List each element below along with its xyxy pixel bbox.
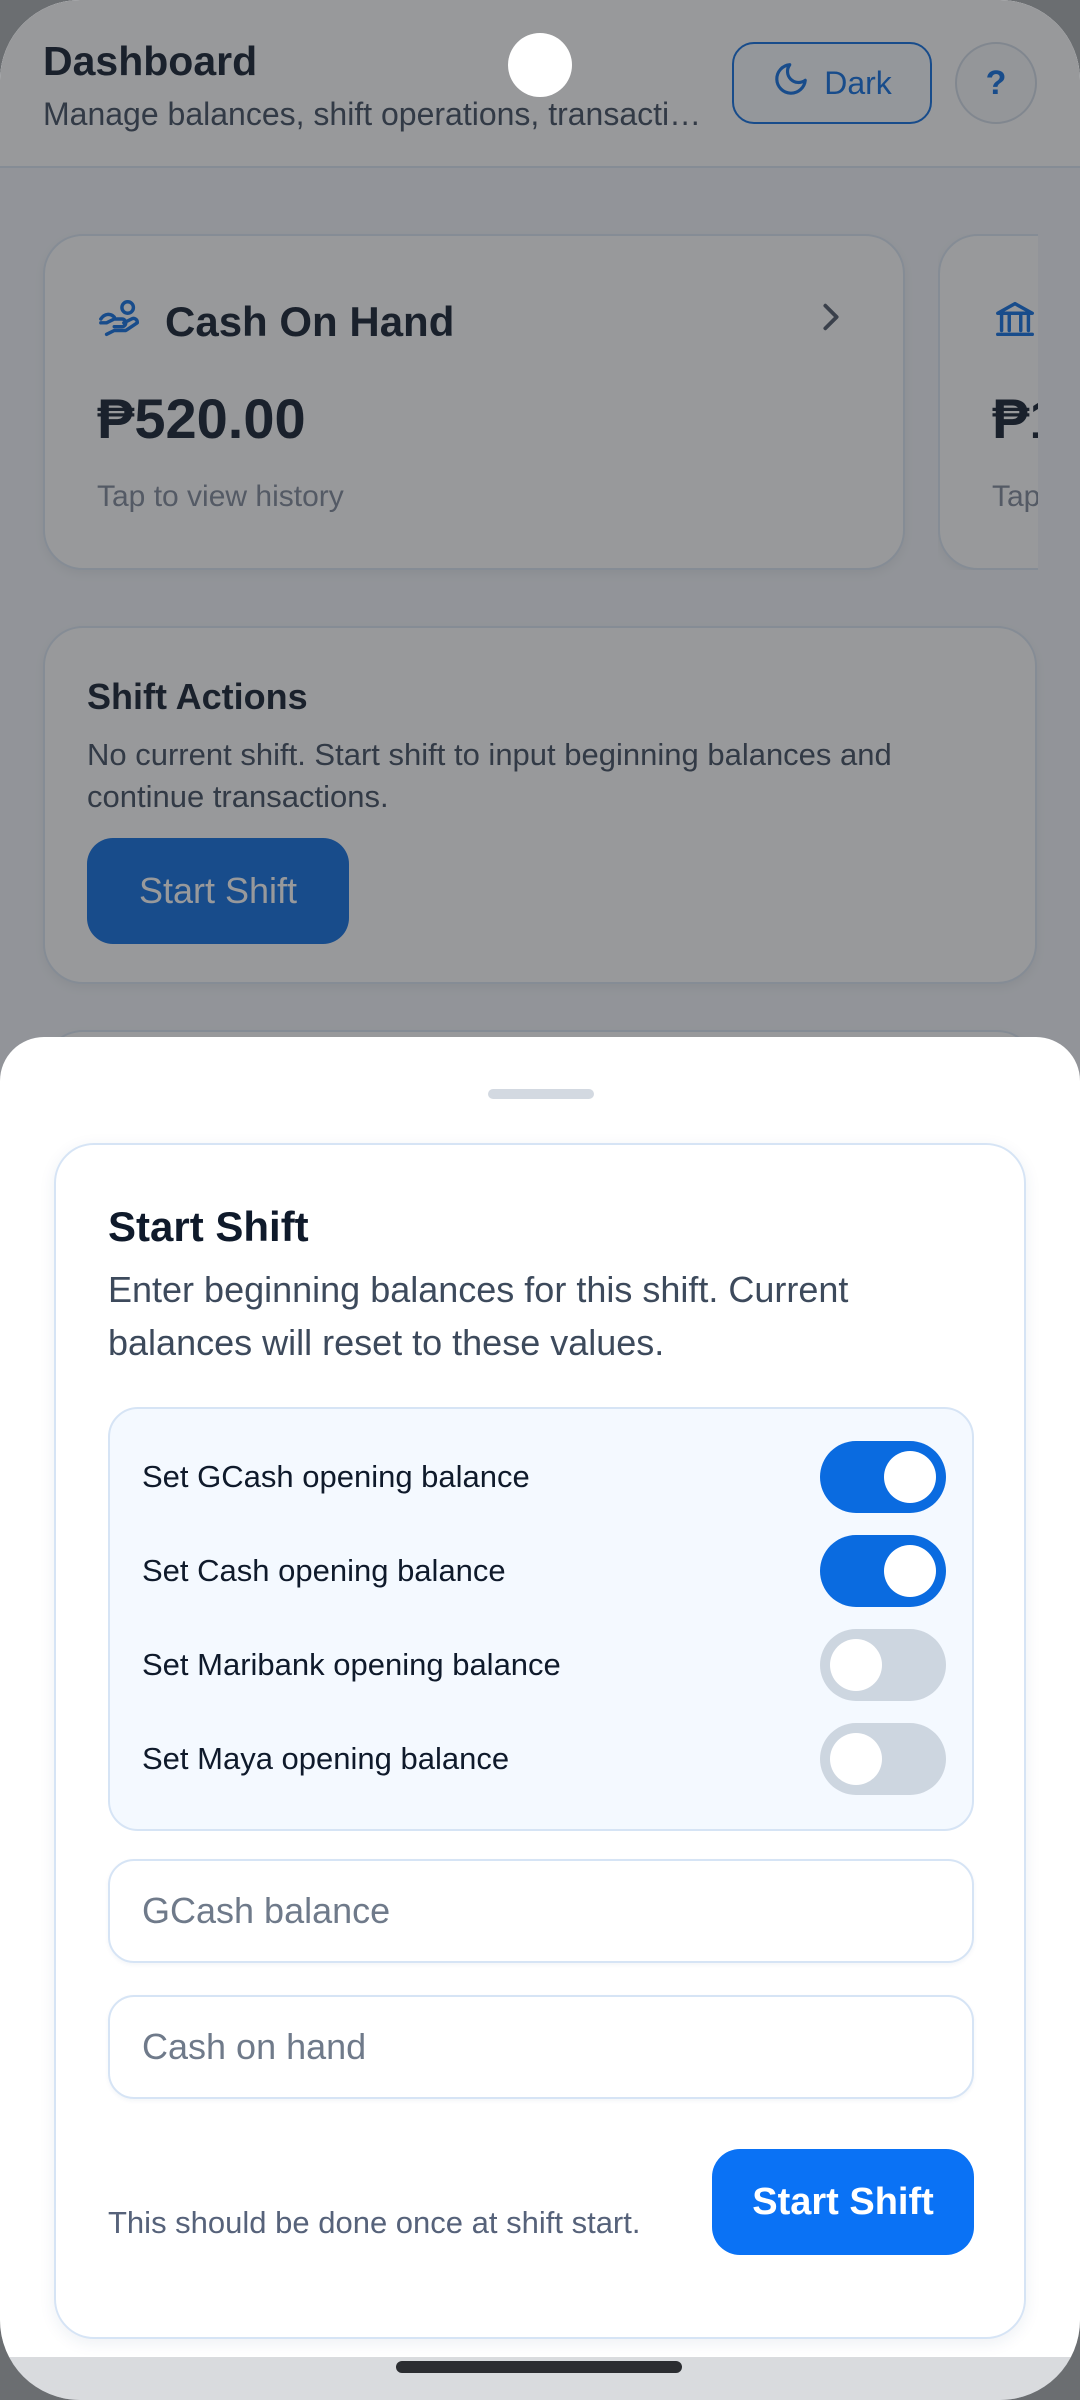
- phone-screen: Dashboard Manage balances, shift operati…: [0, 0, 1080, 2400]
- toggle-label-gcash: Set GCash opening balance: [142, 1459, 530, 1494]
- toggle-row-cash: Set Cash opening balance: [142, 1533, 946, 1609]
- switch-knob: [830, 1639, 882, 1691]
- start-shift-dialog: Start Shift Enter beginning balances for…: [54, 1143, 1026, 2339]
- confirm-start-shift-button[interactable]: Start Shift: [712, 2149, 974, 2255]
- dialog-description: Enter beginning balances for this shift.…: [108, 1269, 849, 1363]
- toggle-row-gcash: Set GCash opening balance: [142, 1439, 946, 1515]
- switch-knob: [830, 1733, 882, 1785]
- maya-opening-switch[interactable]: [820, 1723, 946, 1795]
- gcash-balance-input[interactable]: [108, 1859, 974, 1963]
- home-indicator[interactable]: [396, 2361, 682, 2373]
- dialog-title: Start Shift: [108, 1203, 309, 1250]
- switch-knob: [884, 1545, 936, 1597]
- cash-opening-switch[interactable]: [820, 1535, 946, 1607]
- toggle-row-maribank: Set Maribank opening balance: [142, 1627, 946, 1703]
- camera-cutout: [508, 33, 572, 97]
- toggle-label-cash: Set Cash opening balance: [142, 1553, 506, 1588]
- cash-on-hand-input[interactable]: [108, 1995, 974, 2099]
- gcash-opening-switch[interactable]: [820, 1441, 946, 1513]
- opening-balance-toggles: Set GCash opening balance Set Cash openi…: [108, 1407, 974, 1831]
- start-shift-sheet: Start Shift Enter beginning balances for…: [0, 1037, 1080, 2357]
- toggle-row-maya: Set Maya opening balance: [142, 1721, 946, 1797]
- maribank-opening-switch[interactable]: [820, 1629, 946, 1701]
- toggle-label-maribank: Set Maribank opening balance: [142, 1647, 561, 1682]
- dialog-footnote: This should be done once at shift start.: [108, 2205, 641, 2240]
- sheet-grabber[interactable]: [488, 1089, 594, 1099]
- switch-knob: [884, 1451, 936, 1503]
- toggle-label-maya: Set Maya opening balance: [142, 1741, 510, 1776]
